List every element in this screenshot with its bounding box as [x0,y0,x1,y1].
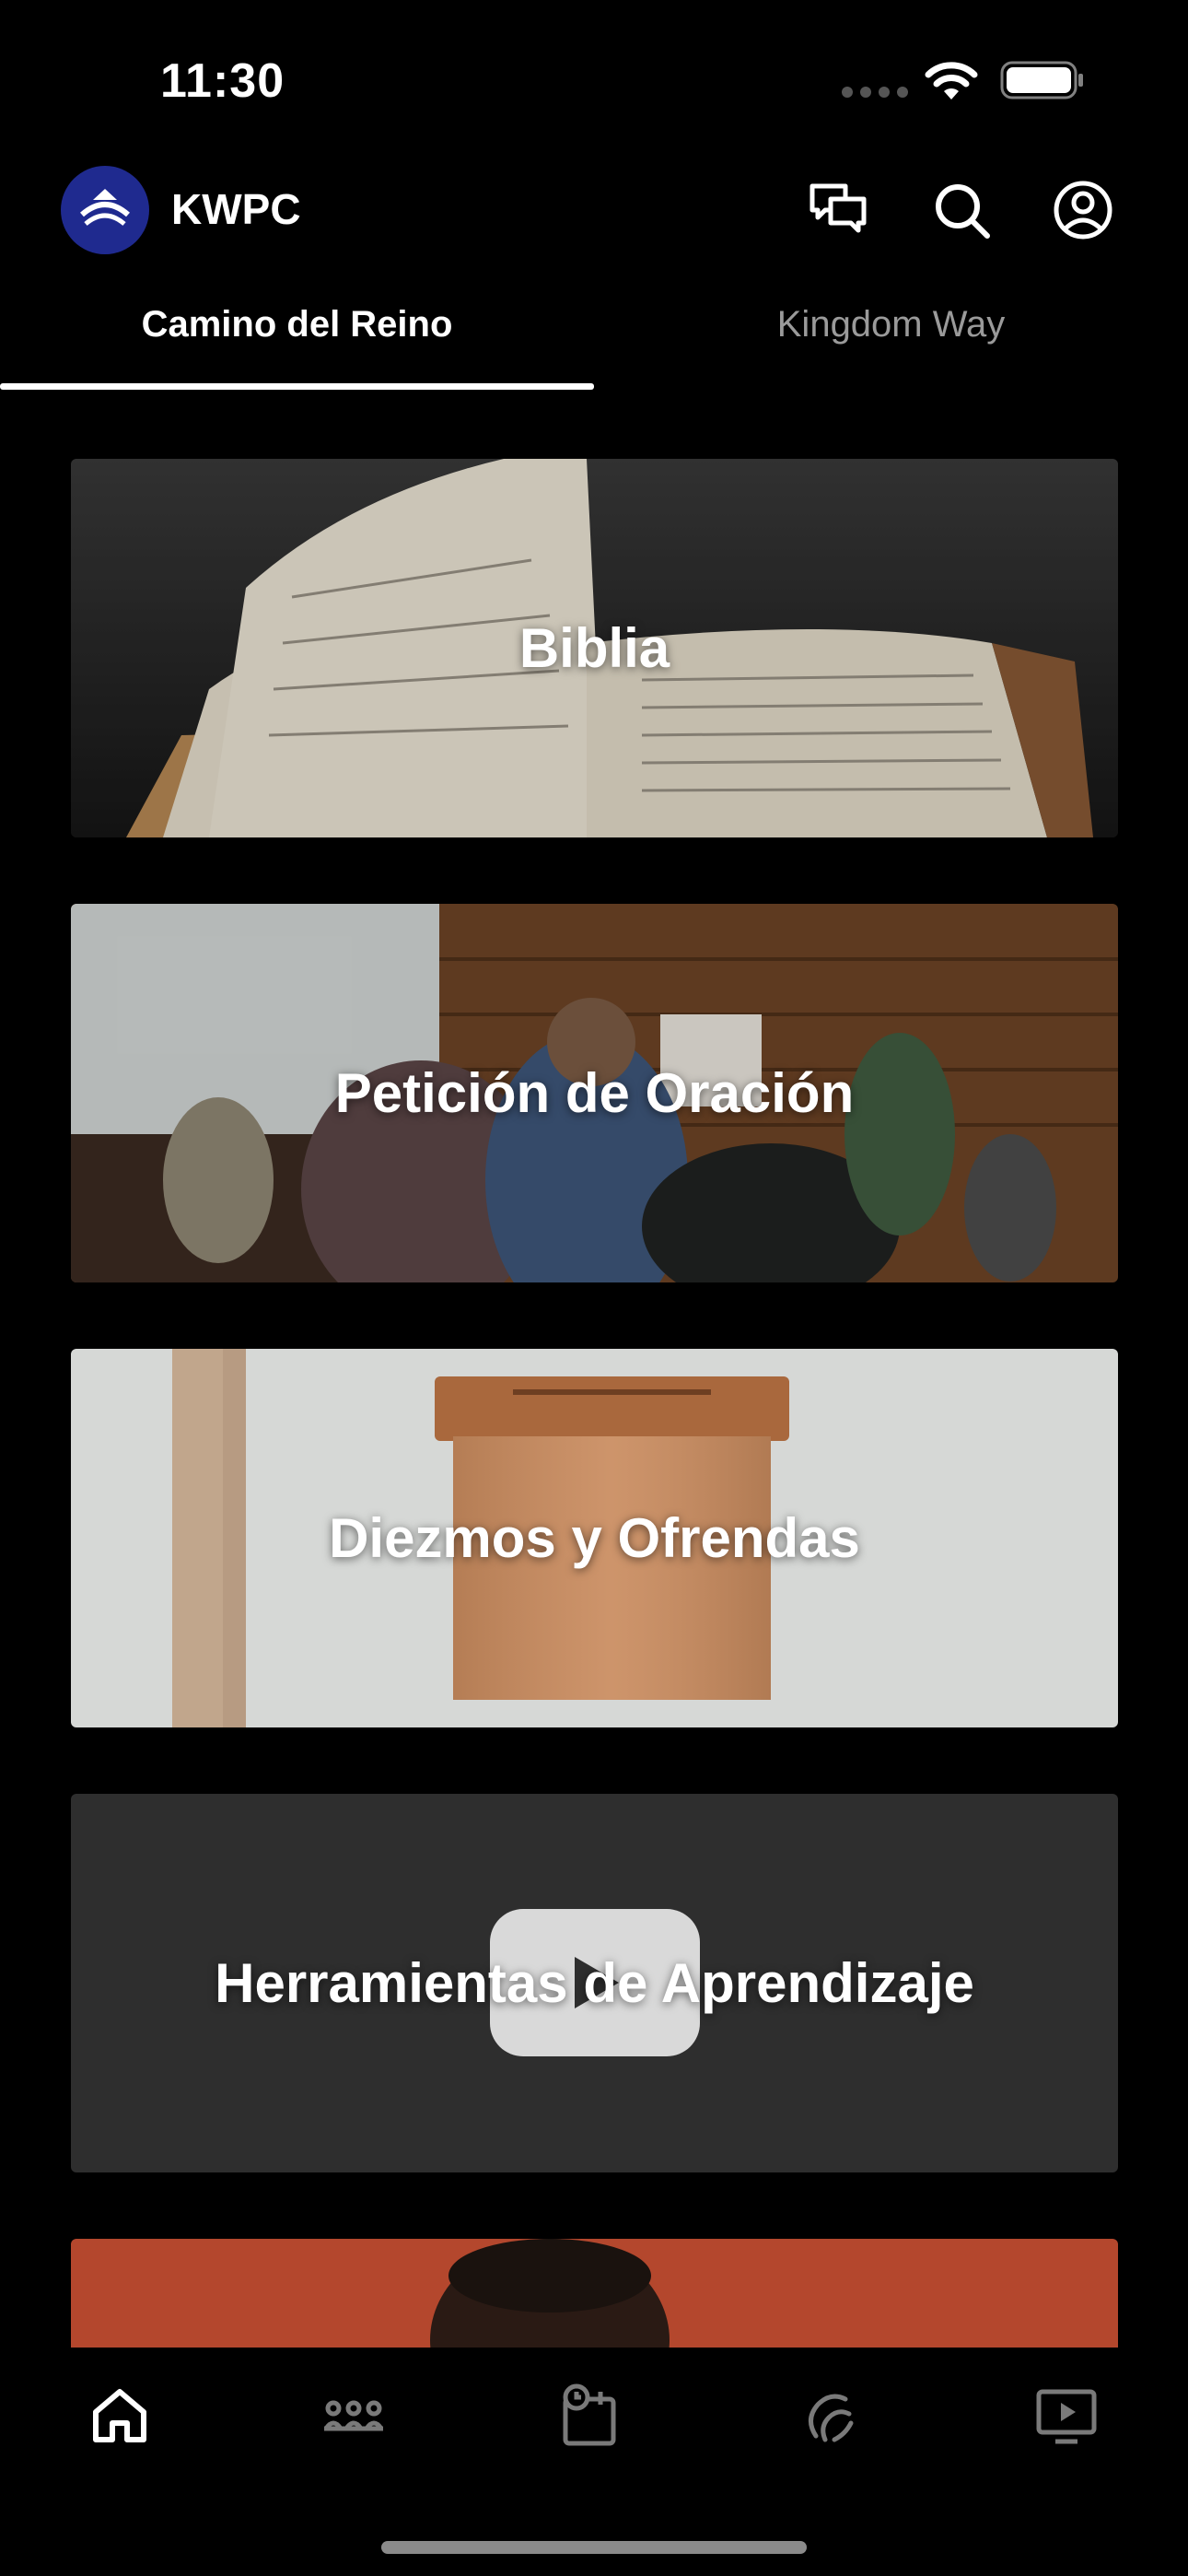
account-icon[interactable] [1052,179,1114,241]
tab-kingdom-way[interactable]: Kingdom Way [594,304,1188,345]
cellular-signal-icon [842,87,908,98]
card-biblia[interactable]: Biblia [71,459,1118,837]
card-peticion-de-oracion[interactable]: Petición de Oración [71,904,1118,1282]
giving-icon[interactable] [798,2383,864,2449]
battery-icon [1000,61,1083,100]
app-title: KWPC [171,185,301,233]
home-indicator [381,2541,807,2554]
chat-bubbles-icon[interactable] [807,179,869,241]
search-icon[interactable] [930,179,993,241]
status-time: 11:30 [160,54,285,108]
card-herramientas-de-aprendizaje[interactable]: Herramientas de Aprendizaje [71,1794,1118,2172]
tab-camino-del-reino[interactable]: Camino del Reino [0,304,594,345]
media-icon[interactable] [1033,2383,1100,2449]
wifi-icon [925,62,978,100]
active-tab-indicator [0,383,594,390]
card-peticion-label: Petición de Oración [334,1062,855,1124]
card-partial[interactable] [71,2239,1118,2348]
card-diezmos-y-ofrendas[interactable]: Diezmos y Ofrendas [71,1349,1118,1727]
card-biblia-label: Biblia [518,617,670,679]
groups-icon[interactable] [320,2383,387,2449]
card-diezmos-label: Diezmos y Ofrendas [329,1507,860,1569]
home-icon[interactable] [87,2383,153,2449]
church-logo-icon [80,189,130,226]
events-icon[interactable] [556,2383,623,2449]
card-herramientas-label: Herramientas de Aprendizaje [215,1952,974,2014]
person-image [71,2239,1118,2348]
church-logo [61,166,149,254]
